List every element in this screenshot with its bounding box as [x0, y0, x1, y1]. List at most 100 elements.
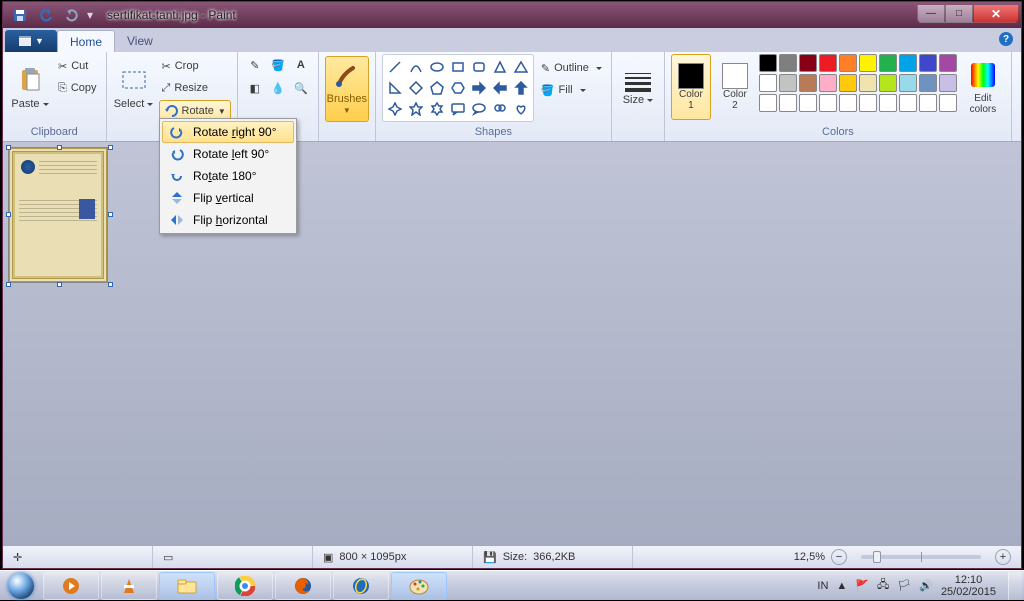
color-swatch[interactable] [859, 74, 877, 92]
shape-roundrect[interactable] [469, 57, 489, 77]
brushes-button[interactable]: Brushes ▼ [325, 56, 369, 122]
shape-oval[interactable] [427, 57, 447, 77]
color-swatch[interactable] [779, 54, 797, 72]
color-swatch[interactable] [819, 54, 837, 72]
text-tool[interactable]: A [290, 54, 312, 76]
color-swatch[interactable] [859, 94, 877, 112]
rotate-left-90[interactable]: Rotate left 90° [162, 143, 294, 165]
shape-curve[interactable] [406, 57, 426, 77]
shape-triangle[interactable] [511, 57, 531, 77]
shape-callout-rect[interactable] [448, 99, 468, 119]
file-tab[interactable]: ▼ [5, 30, 57, 52]
task-chrome[interactable] [217, 572, 273, 600]
color-swatch[interactable] [939, 74, 957, 92]
edit-colors-button[interactable]: Edit colors [961, 54, 1005, 120]
canvas-area[interactable] [3, 142, 1021, 545]
magnifier-tool[interactable]: 🔍 [290, 77, 312, 99]
pencil-tool[interactable]: ✎ [244, 54, 266, 76]
tray-flag2-icon[interactable]: 🚩 [855, 579, 869, 592]
task-explorer[interactable] [159, 572, 215, 600]
tray-action-icon[interactable]: 🏳 [897, 579, 911, 592]
minimize-button[interactable]: — [917, 5, 945, 23]
color-swatch[interactable] [939, 94, 957, 112]
color-swatch[interactable] [799, 74, 817, 92]
size-button[interactable]: Size [618, 56, 658, 122]
flip-vertical[interactable]: Flip vertical [162, 187, 294, 209]
help-icon[interactable]: ? [999, 32, 1013, 46]
zoom-in-button[interactable]: + [995, 549, 1011, 565]
task-vlc[interactable] [101, 572, 157, 600]
rotate-right-90[interactable]: Rotate right 90° [162, 121, 294, 143]
undo-icon[interactable] [35, 5, 57, 25]
shape-arrow-left[interactable] [490, 78, 510, 98]
color-swatch[interactable] [819, 74, 837, 92]
shape-right-triangle[interactable] [385, 78, 405, 98]
shape-callout-oval[interactable] [469, 99, 489, 119]
color-swatch[interactable] [899, 54, 917, 72]
color-swatch[interactable] [759, 54, 777, 72]
shape-star4[interactable] [385, 99, 405, 119]
crop-button[interactable]: ✂Crop [159, 56, 231, 76]
tray-flag-icon[interactable]: ▲ [836, 580, 847, 592]
shape-polygon[interactable] [490, 57, 510, 77]
tray-volume-icon[interactable]: 🔊 [919, 579, 933, 592]
shape-heart[interactable] [511, 99, 531, 119]
task-firefox[interactable] [275, 572, 331, 600]
color-swatch[interactable] [799, 54, 817, 72]
color-swatch[interactable] [899, 94, 917, 112]
handle-n[interactable] [57, 145, 62, 150]
color-swatch[interactable] [859, 54, 877, 72]
shape-star5[interactable] [406, 99, 426, 119]
cut-button[interactable]: ✂Cut [55, 56, 100, 76]
color-swatch[interactable] [839, 74, 857, 92]
clock[interactable]: 12:10 25/02/2015 [941, 574, 1000, 598]
shape-outline-button[interactable]: ✎Outline [538, 58, 605, 78]
redo-icon[interactable] [61, 5, 83, 25]
handle-s[interactable] [57, 282, 62, 287]
color-swatch[interactable] [839, 94, 857, 112]
close-button[interactable]: ✕ [973, 5, 1019, 23]
color-swatch[interactable] [939, 54, 957, 72]
shape-star6[interactable] [427, 99, 447, 119]
shape-fill-button[interactable]: 🪣Fill [538, 80, 605, 100]
select-button[interactable]: Select [113, 54, 155, 120]
copy-button[interactable]: ⎘Copy [55, 78, 100, 98]
zoom-thumb[interactable] [873, 551, 881, 563]
color-swatch[interactable] [899, 74, 917, 92]
zoom-out-button[interactable]: − [831, 549, 847, 565]
color-swatch[interactable] [879, 94, 897, 112]
color-swatch[interactable] [879, 74, 897, 92]
color-swatch[interactable] [879, 54, 897, 72]
maximize-button[interactable]: □ [945, 5, 973, 23]
color1-button[interactable]: Color 1 [671, 54, 711, 120]
rotate-180[interactable]: Rotate 180° [162, 165, 294, 187]
color-swatch[interactable] [919, 54, 937, 72]
tray-network-icon[interactable]: 🖧 [877, 576, 889, 595]
eraser-tool[interactable]: ◧ [244, 77, 266, 99]
shapes-gallery[interactable] [382, 54, 534, 122]
shape-hexagon[interactable] [448, 78, 468, 98]
language-indicator[interactable]: IN [817, 580, 828, 592]
color-swatch[interactable] [779, 74, 797, 92]
shape-line[interactable] [385, 57, 405, 77]
canvas-image[interactable] [9, 148, 107, 282]
shape-arrow-up[interactable] [511, 78, 531, 98]
color-picker-tool[interactable]: 💧 [267, 77, 289, 99]
tab-home[interactable]: Home [57, 30, 115, 52]
fill-tool[interactable]: 🪣 [267, 54, 289, 76]
handle-e[interactable] [108, 212, 113, 217]
show-desktop-button[interactable] [1008, 572, 1022, 600]
shape-arrow-right[interactable] [469, 78, 489, 98]
zoom-slider[interactable] [861, 555, 981, 559]
color-swatch[interactable] [759, 94, 777, 112]
paste-button[interactable]: Paste [9, 54, 51, 120]
task-media-player[interactable] [43, 572, 99, 600]
handle-se[interactable] [108, 282, 113, 287]
handle-nw[interactable] [6, 145, 11, 150]
handle-w[interactable] [6, 212, 11, 217]
color-swatch[interactable] [919, 74, 937, 92]
save-icon[interactable] [9, 5, 31, 25]
color-swatch[interactable] [779, 94, 797, 112]
flip-horizontal[interactable]: Flip horizontal [162, 209, 294, 231]
shape-rect[interactable] [448, 57, 468, 77]
